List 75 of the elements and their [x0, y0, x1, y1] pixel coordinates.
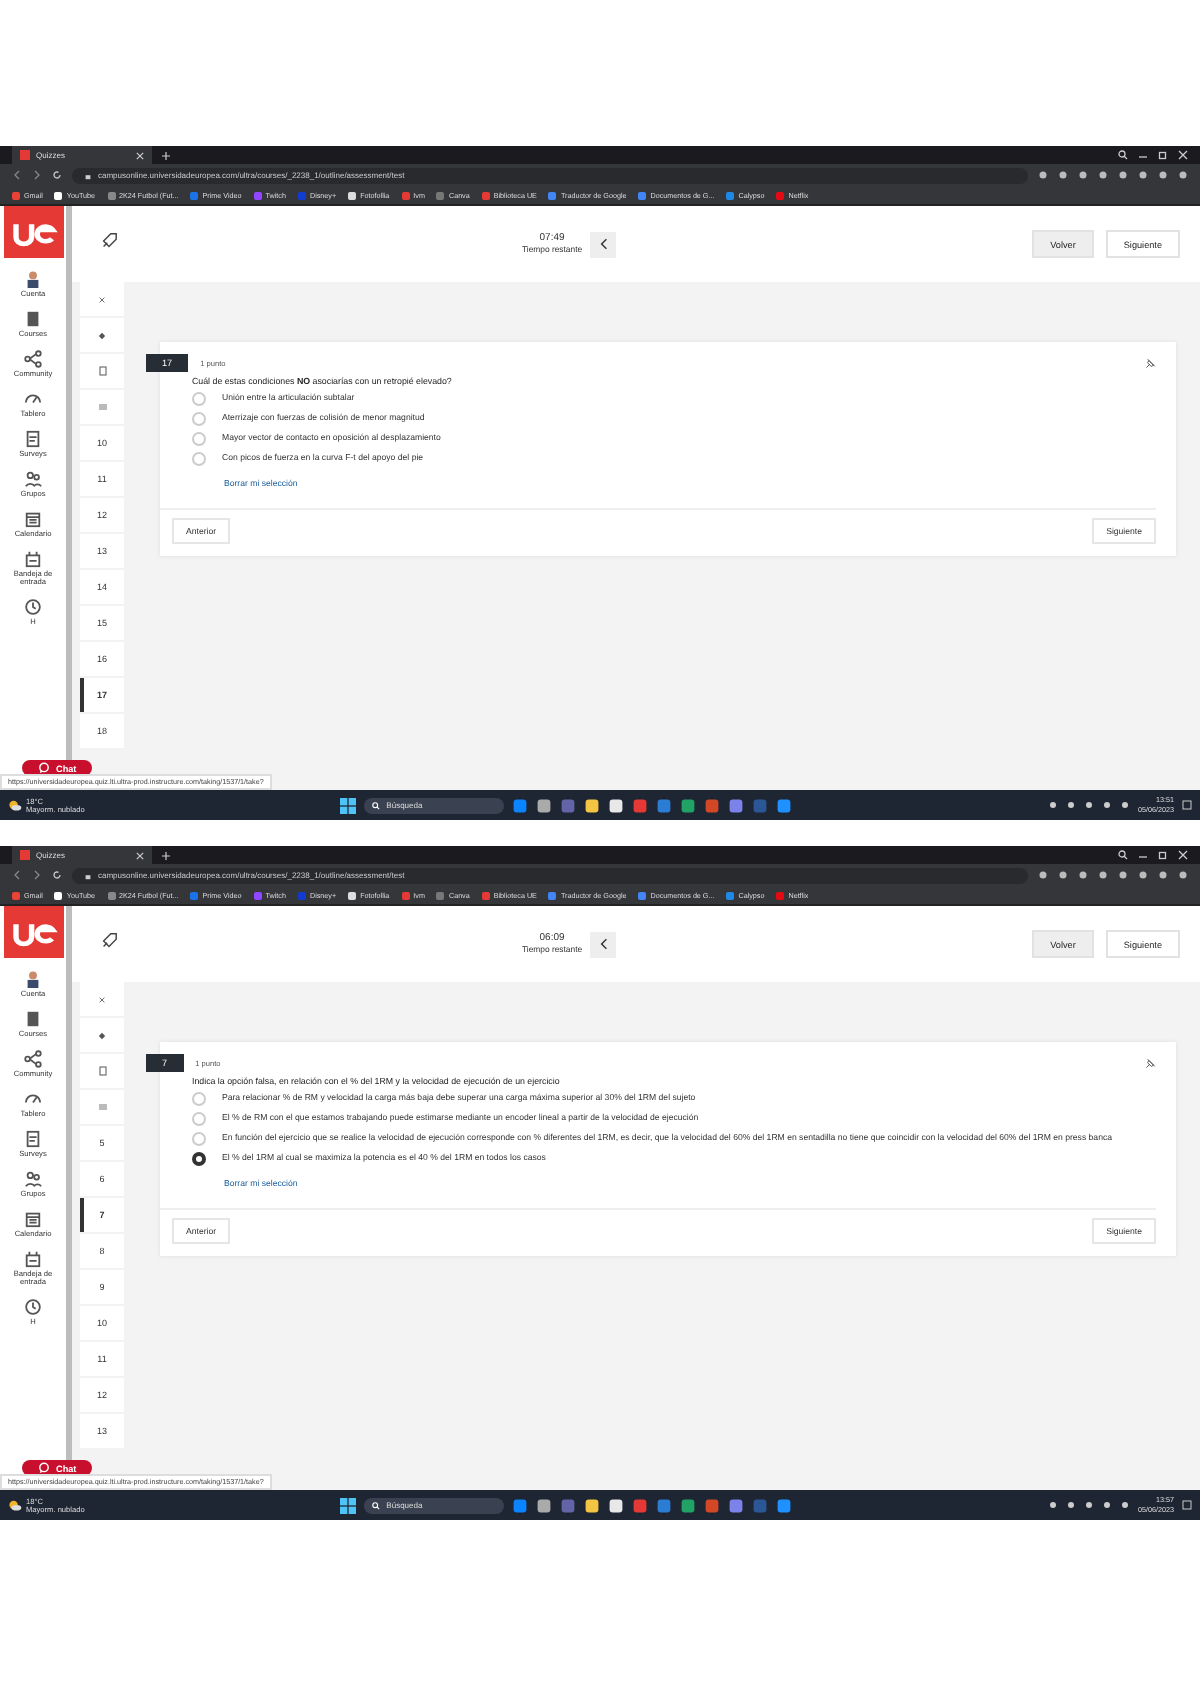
- survey-icon: [24, 1130, 42, 1148]
- taskview-icon[interactable]: [536, 1497, 553, 1513]
- inbox-icon: [24, 1250, 42, 1268]
- logo-icon[interactable]: [3, 206, 63, 258]
- search-icon: [372, 1501, 381, 1509]
- survey-icon: [24, 430, 42, 448]
- powerpoint-icon[interactable]: [704, 1497, 721, 1513]
- store-icon[interactable]: [608, 1497, 625, 1513]
- plus-icon[interactable]: [162, 151, 170, 159]
- forward-icon[interactable]: [32, 870, 42, 880]
- lock-icon: [84, 171, 92, 179]
- close-icon[interactable]: [98, 995, 106, 1003]
- share-icon: [24, 1050, 42, 1068]
- bing-icon[interactable]: [512, 797, 529, 813]
- lock-icon: [84, 871, 92, 879]
- search-icon[interactable]: [1118, 850, 1128, 860]
- chat-app-icon[interactable]: [560, 1497, 577, 1513]
- clock-icon: [24, 1298, 42, 1316]
- back-icon[interactable]: [12, 870, 22, 880]
- clock-icon: [24, 598, 42, 616]
- book-icon: [24, 310, 42, 328]
- avatar-icon: [24, 970, 42, 988]
- excel-icon[interactable]: [680, 797, 697, 813]
- people-icon: [24, 470, 42, 488]
- forward-icon[interactable]: [32, 170, 42, 180]
- start-icon[interactable]: [340, 1497, 357, 1513]
- site-icon: [20, 150, 30, 160]
- people-icon: [24, 1170, 42, 1188]
- calendar-icon: [24, 1210, 42, 1228]
- start-icon[interactable]: [340, 797, 357, 813]
- mail-icon[interactable]: [776, 1497, 793, 1513]
- notification-icon[interactable]: [1182, 800, 1192, 810]
- store-icon[interactable]: [608, 797, 625, 813]
- chat-icon: [38, 1462, 50, 1474]
- restore-icon[interactable]: [1158, 850, 1168, 860]
- teams-icon[interactable]: [728, 797, 745, 813]
- word-icon[interactable]: [656, 797, 673, 813]
- browser-icon[interactable]: [632, 1497, 649, 1513]
- inbox-icon: [24, 550, 42, 568]
- search-icon: [372, 801, 381, 809]
- site-icon: [20, 850, 30, 860]
- logo-icon[interactable]: [3, 906, 63, 958]
- chevron-icon: [597, 938, 610, 950]
- taskview-icon[interactable]: [536, 797, 553, 813]
- search-icon[interactable]: [1118, 150, 1128, 160]
- share-icon: [24, 350, 42, 368]
- folder-icon[interactable]: [584, 797, 601, 813]
- plus-icon[interactable]: [162, 851, 170, 859]
- browser-icon[interactable]: [632, 797, 649, 813]
- avatar-icon: [24, 270, 42, 288]
- reload-icon[interactable]: [52, 870, 62, 880]
- minimize-icon[interactable]: [1138, 850, 1148, 860]
- chat-app-icon[interactable]: [560, 797, 577, 813]
- word-icon[interactable]: [656, 1497, 673, 1513]
- minimize-icon[interactable]: [1138, 150, 1148, 160]
- teams-icon[interactable]: [728, 1497, 745, 1513]
- mail-icon[interactable]: [776, 797, 793, 813]
- close-icon[interactable]: [98, 295, 106, 303]
- excel-icon[interactable]: [680, 1497, 697, 1513]
- powerpoint-icon[interactable]: [704, 797, 721, 813]
- calendar-icon: [24, 510, 42, 528]
- notification-icon[interactable]: [1182, 1500, 1192, 1510]
- restore-icon[interactable]: [1158, 150, 1168, 160]
- radio-button[interactable]: [192, 1152, 206, 1166]
- folder-icon[interactable]: [584, 1497, 601, 1513]
- back-icon[interactable]: [12, 170, 22, 180]
- chat-icon: [38, 762, 50, 774]
- chevron-icon: [597, 238, 610, 250]
- collapse-button[interactable]: [590, 231, 617, 257]
- collapse-button[interactable]: [590, 931, 617, 957]
- gauge-icon: [24, 1090, 42, 1108]
- gauge-icon: [24, 390, 42, 408]
- bing-icon[interactable]: [512, 1497, 529, 1513]
- reload-icon[interactable]: [52, 170, 62, 180]
- book-icon: [24, 1010, 42, 1028]
